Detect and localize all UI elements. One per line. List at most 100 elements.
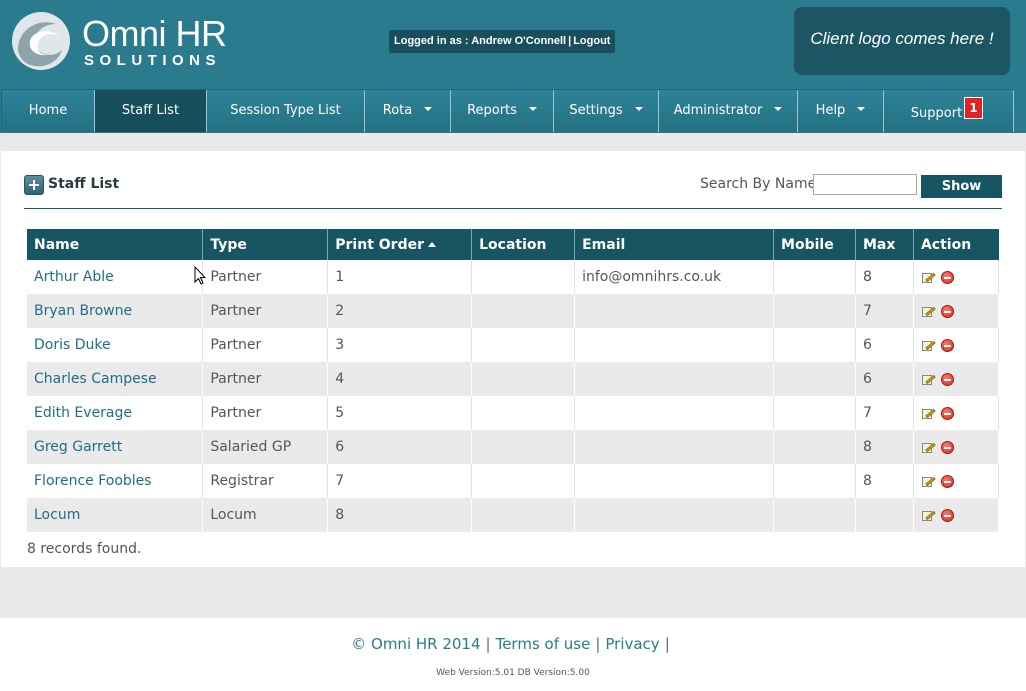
edit-icon[interactable] — [921, 475, 936, 488]
max-cell: 8 — [855, 430, 914, 464]
edit-icon[interactable] — [921, 339, 936, 352]
nav-rota-label: Rota — [382, 103, 413, 118]
delete-icon[interactable] — [941, 440, 955, 454]
max-cell: 7 — [855, 396, 914, 430]
nav-staff-list[interactable]: Staff List — [95, 90, 207, 132]
print-order-cell: 1 — [327, 260, 473, 294]
footer-separator: | — [595, 635, 601, 653]
delete-icon[interactable] — [941, 372, 955, 386]
edit-icon[interactable] — [921, 441, 936, 454]
edit-icon[interactable] — [921, 271, 936, 284]
nav-help[interactable]: Help — [798, 90, 884, 132]
chevron-down-icon — [857, 106, 866, 111]
delete-icon[interactable] — [941, 270, 955, 284]
delete-icon[interactable] — [941, 508, 955, 522]
omni-hr-logo[interactable]: Omni HR SOLUTIONS — [8, 10, 238, 72]
col-location-header[interactable]: Location — [471, 229, 576, 260]
col-name-header[interactable]: Name — [27, 229, 204, 260]
mouse-cursor-icon — [194, 266, 206, 285]
name-cell[interactable]: Locum — [27, 498, 204, 532]
name-cell[interactable]: Florence Foobles — [27, 464, 204, 498]
divider — [24, 208, 1002, 209]
add-staff-plus-icon[interactable] — [24, 175, 44, 195]
nav-support-label: Support — [910, 106, 963, 121]
max-cell: 6 — [855, 328, 914, 362]
type-cell: Registrar — [202, 464, 329, 498]
email-cell — [574, 464, 775, 498]
location-cell — [471, 464, 576, 498]
name-cell[interactable]: Charles Campese — [27, 362, 204, 396]
edit-icon[interactable] — [921, 407, 936, 420]
location-cell — [471, 430, 576, 464]
action-cell — [913, 396, 1000, 430]
client-logo: Client logo comes here ! — [794, 7, 1010, 75]
print-order-cell: 7 — [327, 464, 473, 498]
edit-icon[interactable] — [921, 373, 936, 386]
content-panel: Staff List Search By Name: Show Name Typ… — [1, 151, 1025, 567]
max-cell: 8 — [855, 464, 914, 498]
table-row: Edith Everage Partner 5 7 — [27, 396, 1000, 430]
staff-table-body: Arthur Able Partner 1 info@omnihrs.co.uk 8 B… — [27, 260, 1000, 532]
terms-link[interactable]: Terms of use — [496, 635, 591, 653]
search-name-input[interactable] — [813, 174, 917, 195]
name-cell[interactable]: Arthur Able — [27, 260, 204, 294]
print-order-cell: 6 — [327, 430, 473, 464]
nav-rota[interactable]: Rota — [365, 90, 451, 132]
table-row: Doris Duke Partner 3 6 — [27, 328, 1000, 362]
nav-settings[interactable]: Settings — [554, 90, 659, 132]
page-title: Staff List — [48, 176, 120, 192]
mobile-cell — [773, 464, 856, 498]
col-max-header[interactable]: Max — [855, 229, 914, 260]
copyright-link[interactable]: © Omni HR 2014 — [351, 635, 480, 653]
max-cell: 7 — [855, 294, 914, 328]
nav-home[interactable]: Home — [2, 90, 95, 132]
delete-icon[interactable] — [941, 474, 955, 488]
footer-separator: | — [485, 635, 491, 653]
delete-icon[interactable] — [941, 338, 955, 352]
col-type-header[interactable]: Type — [202, 229, 329, 260]
type-cell: Partner — [202, 328, 329, 362]
name-cell[interactable]: Edith Everage — [27, 396, 204, 430]
col-print-order-header[interactable]: Print Order — [327, 229, 473, 260]
table-row: Arthur Able Partner 1 info@omnihrs.co.uk 8 — [27, 260, 1000, 294]
name-cell[interactable]: Bryan Browne — [27, 294, 204, 328]
print-order-cell: 2 — [327, 294, 473, 328]
omni-swirl-icon — [12, 12, 70, 70]
records-count: 8 records found. — [27, 541, 142, 557]
action-cell — [913, 328, 1000, 362]
location-cell — [471, 396, 576, 430]
location-cell — [471, 328, 576, 362]
privacy-link[interactable]: Privacy — [605, 635, 659, 653]
type-cell: Partner — [202, 294, 329, 328]
col-mobile-header[interactable]: Mobile — [773, 229, 856, 260]
nav-staff-list-label: Staff List — [121, 103, 180, 118]
nav-reports[interactable]: Reports — [451, 90, 554, 132]
nav-administrator[interactable]: Administrator — [659, 90, 798, 132]
delete-icon[interactable] — [941, 304, 955, 318]
chevron-down-icon — [424, 106, 433, 111]
max-cell — [855, 498, 914, 532]
print-order-cell: 4 — [327, 362, 473, 396]
edit-icon[interactable] — [921, 509, 936, 522]
email-cell: info@omnihrs.co.uk — [574, 260, 775, 294]
chevron-down-icon — [634, 106, 643, 111]
col-action-header: Action — [913, 229, 999, 260]
show-button[interactable]: Show — [921, 175, 1002, 198]
logout-link[interactable]: Logout — [573, 35, 610, 47]
footer: © Omni HR 2014 | Terms of use | Privacy | Web… — [0, 618, 1026, 691]
delete-icon[interactable] — [941, 406, 955, 420]
col-email-header[interactable]: Email — [574, 229, 775, 260]
nav-support[interactable]: Support 1 — [884, 90, 1014, 132]
sort-ascending-icon — [428, 242, 436, 247]
nav-session-type-list[interactable]: Session Type List — [207, 90, 365, 132]
edit-icon[interactable] — [921, 305, 936, 318]
main-nav: Home Staff List Session Type List Rota R… — [1, 89, 1014, 132]
mobile-cell — [773, 362, 856, 396]
type-cell: Partner — [202, 260, 329, 294]
nav-reports-label: Reports — [467, 103, 517, 118]
name-cell[interactable]: Greg Garrett — [27, 430, 204, 464]
name-cell[interactable]: Doris Duke — [27, 328, 204, 362]
email-cell — [574, 362, 775, 396]
table-row: Florence Foobles Registrar 7 8 — [27, 464, 1000, 498]
nav-administrator-label: Administrator — [673, 103, 763, 118]
